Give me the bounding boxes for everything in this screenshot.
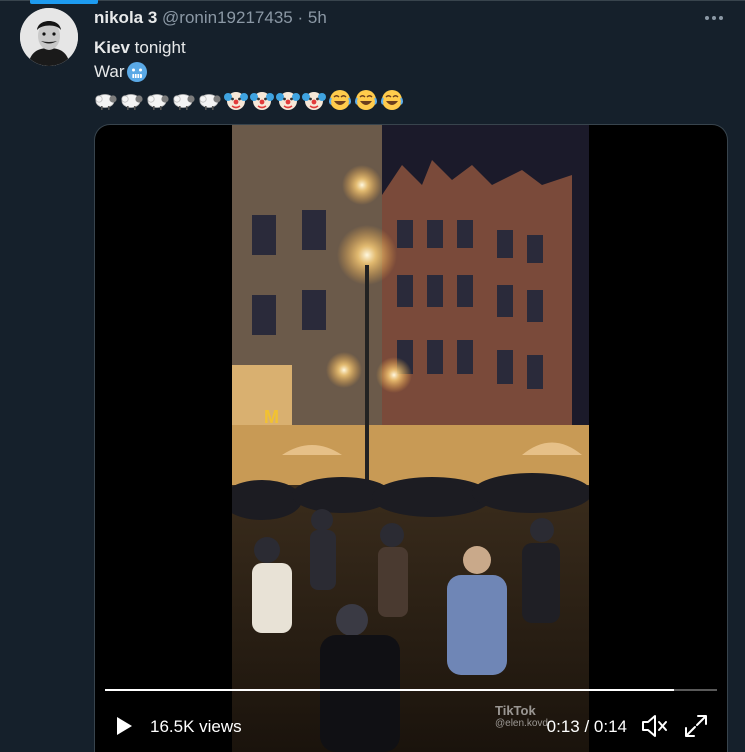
tweet-line-2: War xyxy=(94,60,404,84)
joy-emoji-icon xyxy=(355,90,377,110)
time-readout: 0:13 / 0:14 xyxy=(547,717,627,737)
tweet-word: War xyxy=(94,62,125,81)
play-icon[interactable] xyxy=(113,715,135,737)
timestamp[interactable]: 5h xyxy=(308,8,327,27)
view-count: 16.5K views xyxy=(150,717,242,736)
tweet-line-1: Kiev tonight xyxy=(94,36,404,60)
sheep-emoji-icon xyxy=(147,94,169,110)
joy-emoji-icon xyxy=(329,90,351,110)
avatar[interactable] xyxy=(20,8,78,66)
tweet-text-rest: tonight xyxy=(129,38,186,57)
video-progress-fill xyxy=(105,689,675,691)
clown-emoji-icon xyxy=(224,92,248,110)
sheep-emoji-icon xyxy=(95,94,117,110)
sheep-emoji-icon xyxy=(199,94,221,110)
tweet-header: nikola 3 @ronin19217435 · 5h xyxy=(94,8,327,28)
current-time: 0:13 xyxy=(546,717,580,736)
fullscreen-icon[interactable] xyxy=(683,713,709,739)
emoji-row xyxy=(94,88,404,112)
svg-text:M: M xyxy=(264,407,279,427)
author-handle[interactable]: @ronin19217435 xyxy=(162,8,293,27)
joy-emoji-icon xyxy=(381,90,403,110)
separator: · xyxy=(297,8,304,27)
top-divider xyxy=(0,0,745,1)
more-dot-icon xyxy=(719,16,723,20)
sheep-emoji-icon xyxy=(121,94,143,110)
place-mention[interactable]: Kiev xyxy=(94,36,130,60)
more-options-button[interactable] xyxy=(697,6,731,30)
more-dot-icon xyxy=(712,16,716,20)
duration: 0:14 xyxy=(593,717,627,736)
author-name[interactable]: nikola 3 xyxy=(94,8,157,27)
video-controls: 16.5K views 0:13 / 0:14 xyxy=(95,705,727,745)
active-tab-indicator xyxy=(30,0,98,4)
tweet-text: Kiev tonight War xyxy=(94,36,404,112)
sheep-emoji-icon xyxy=(173,94,195,110)
video-player[interactable]: M TikTok @elen.kovd 16.5K views 0:13 / 0… xyxy=(94,124,728,752)
clown-emoji-icon xyxy=(302,92,326,110)
clown-emoji-icon xyxy=(276,92,300,110)
video-progress-bar[interactable] xyxy=(105,689,717,691)
more-dot-icon xyxy=(705,16,709,20)
volume-muted-icon[interactable] xyxy=(641,713,669,739)
time-separator: / xyxy=(579,717,594,736)
clown-emoji-icon xyxy=(250,92,274,110)
video-frame[interactable]: M xyxy=(232,125,589,752)
cold-face-emoji-icon xyxy=(126,62,147,82)
